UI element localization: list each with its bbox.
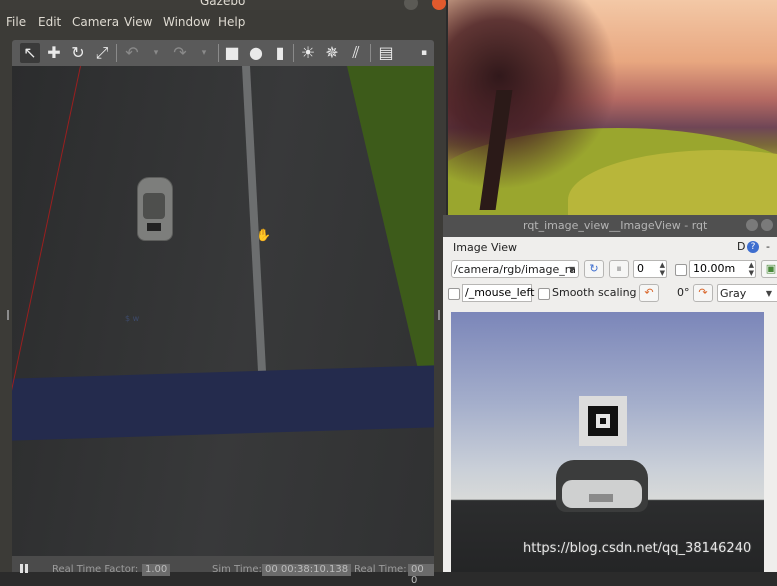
- menu-window[interactable]: Window: [163, 15, 210, 29]
- undo-icon[interactable]: ↶: [122, 43, 142, 63]
- redo-icon[interactable]: ↷: [170, 43, 190, 63]
- toolbar-separator: [116, 44, 117, 62]
- spot-light-icon[interactable]: ✵: [322, 43, 342, 63]
- distance-checkbox[interactable]: [675, 264, 687, 276]
- mouse-topic-field[interactable]: /_mouse_left: [462, 284, 534, 302]
- pause-image-icon[interactable]: ⏸: [609, 260, 629, 278]
- gazebo-status-bar: Real Time Factor: 1.00 Sim Time: 00 00:3…: [12, 556, 434, 586]
- save-image-icon[interactable]: ▣: [761, 260, 777, 278]
- minimize-button[interactable]: [404, 0, 418, 10]
- rotate-left-icon[interactable]: ↶: [639, 284, 659, 302]
- rqt-minimize-button[interactable]: [746, 219, 758, 231]
- box-icon[interactable]: ■: [222, 43, 242, 63]
- camera-car: [556, 460, 648, 512]
- marker-pattern: [588, 406, 618, 436]
- wallpaper-tree: [448, 0, 618, 190]
- topic-controls-row: /camera/rgb/image_ra ▼ ↻ ⏸ 0 ▲ ▼ 10.00m ▲…: [443, 258, 777, 280]
- scale-icon[interactable]: ⤢: [92, 43, 112, 63]
- smooth-scaling-label: Smooth scaling: [552, 286, 637, 299]
- aruco-marker: [579, 396, 627, 446]
- gazebo-title: Gazebo: [200, 0, 246, 8]
- refresh-icon[interactable]: ↻: [584, 260, 604, 278]
- menu-bar: File Edit Camera View Window Help: [0, 10, 446, 36]
- colormap-value: Gray: [720, 287, 747, 300]
- rtf-value: 1.00: [142, 564, 171, 576]
- marker-pattern-dot: [600, 418, 606, 424]
- help-icon[interactable]: ?: [747, 241, 759, 253]
- sphere-icon[interactable]: ●: [246, 43, 266, 63]
- plugin-header: Image View D ? -: [443, 237, 777, 257]
- toolbar-overflow-icon[interactable]: ▪: [414, 43, 434, 63]
- topic-select-value: /camera/rgb/image_ra: [454, 263, 576, 276]
- sim-time-label: Sim Time:: [212, 564, 262, 575]
- options-row: /_mouse_left Smooth scaling ↶ 0° ↷ Gray …: [443, 282, 777, 304]
- redo-menu-icon[interactable]: ▾: [194, 43, 214, 63]
- rotate-icon[interactable]: ↻: [68, 43, 88, 63]
- left-splitter[interactable]: [0, 0, 12, 572]
- rtf-label: Real Time Factor:: [52, 564, 139, 575]
- gazebo-window: Gazebo File Edit Camera View Window Help…: [0, 0, 446, 586]
- chevron-down-icon: ▼: [765, 289, 772, 298]
- splitter-handle[interactable]: [438, 310, 440, 320]
- car-model[interactable]: [133, 173, 175, 243]
- origin-label: $ w: [125, 314, 140, 323]
- menu-view[interactable]: View: [124, 15, 152, 29]
- translate-icon[interactable]: ✚: [44, 43, 64, 63]
- dock-button[interactable]: D: [737, 240, 745, 253]
- toolbar-separator: [370, 44, 371, 62]
- spin-arrows-icon: ▲ ▼: [748, 261, 754, 277]
- rotation-label: 0°: [677, 286, 690, 299]
- menu-camera[interactable]: Camera: [72, 15, 119, 29]
- directional-light-icon[interactable]: ⫽: [346, 43, 366, 63]
- marker-pattern-cell: [596, 414, 610, 428]
- mouse-publish-checkbox[interactable]: [448, 288, 460, 300]
- real-time-value: 00 0: [408, 564, 434, 586]
- hand-cursor-icon: ✋: [256, 228, 271, 242]
- colormap-select[interactable]: Gray ▼: [717, 284, 777, 302]
- blue-ground-strip: [12, 365, 434, 441]
- camera-image[interactable]: [451, 312, 764, 572]
- rqt-image-view-window: rqt_image_view__ImageView - rqt Image Vi…: [443, 215, 777, 572]
- 3d-viewport[interactable]: ✋ $ w: [12, 66, 434, 556]
- rqt-window-title: rqt_image_view__ImageView - rqt: [523, 219, 708, 232]
- camera-car-plate: [589, 494, 613, 502]
- menu-edit[interactable]: Edit: [38, 15, 61, 29]
- car-roof: [143, 193, 165, 219]
- distance-value: 10.00m: [693, 262, 736, 275]
- rotation-spin-value: 0: [637, 262, 644, 275]
- copy-icon[interactable]: ▤: [376, 43, 396, 63]
- gazebo-titlebar: Gazebo: [0, 0, 446, 10]
- rqt-maximize-button[interactable]: [761, 219, 773, 231]
- rotate-right-icon[interactable]: ↷: [693, 284, 713, 302]
- select-arrow-icon[interactable]: ↖: [20, 43, 40, 63]
- car-marker-tag: [147, 223, 161, 231]
- desktop-wallpaper: [448, 0, 777, 220]
- rotation-spinbox[interactable]: 0 ▲ ▼: [633, 260, 667, 278]
- toolbar-separator: [293, 44, 294, 62]
- spin-arrows-icon: ▲ ▼: [659, 261, 665, 277]
- rqt-titlebar: rqt_image_view__ImageView - rqt: [443, 215, 777, 237]
- distance-spinbox[interactable]: 10.00m ▲ ▼: [689, 260, 756, 278]
- point-light-icon[interactable]: ☀: [298, 43, 318, 63]
- real-time-label: Real Time:: [354, 564, 407, 575]
- smooth-scaling-checkbox[interactable]: [538, 288, 550, 300]
- undo-menu-icon[interactable]: ▾: [146, 43, 166, 63]
- toolbar-separator: [218, 44, 219, 62]
- gazebo-toolbar: ↖ ✚ ↻ ⤢ ↶ ▾ ↷ ▾ ■ ● ▮ ☀ ✵ ⫽ ▤ ▪: [12, 40, 434, 66]
- topic-select[interactable]: /camera/rgb/image_ra ▼: [451, 260, 579, 278]
- chevron-down-icon: ▼: [568, 265, 575, 274]
- cylinder-icon[interactable]: ▮: [270, 43, 290, 63]
- splitter-handle[interactable]: [7, 310, 9, 320]
- menu-help[interactable]: Help: [218, 15, 245, 29]
- watermark-text: https://blog.csdn.net/qq_38146240: [523, 541, 752, 556]
- plugin-title: Image View: [453, 241, 518, 254]
- sim-time-value: 00 00:38:10.138: [262, 564, 352, 576]
- plugin-minimize-button[interactable]: -: [766, 240, 770, 253]
